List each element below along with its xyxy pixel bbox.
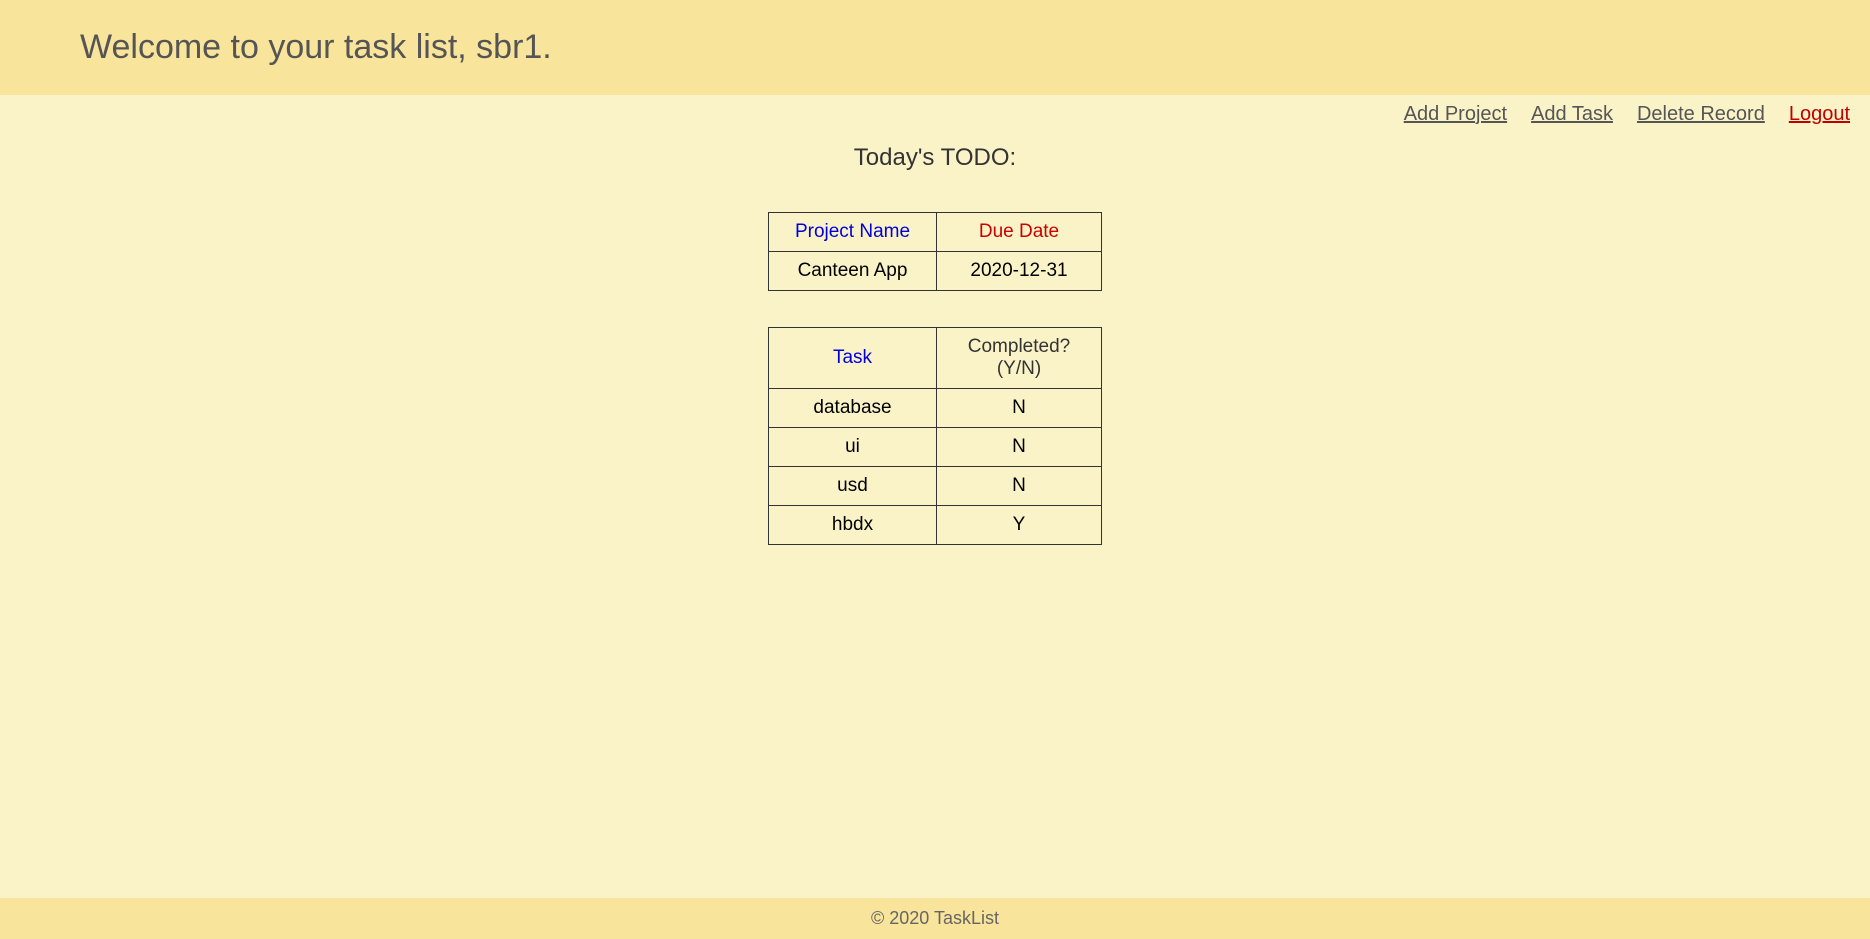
completed-cell: Y bbox=[937, 506, 1102, 545]
completed-cell: N bbox=[937, 389, 1102, 428]
todo-title: Today's TODO: bbox=[0, 144, 1870, 172]
content-area: Today's TODO: Project Name Due Date Cant… bbox=[0, 126, 1870, 898]
task-cell: usd bbox=[769, 467, 937, 506]
task-cell: hbdx bbox=[769, 506, 937, 545]
table-row: ui N bbox=[769, 428, 1102, 467]
project-name-header: Project Name bbox=[769, 213, 937, 252]
task-cell: database bbox=[769, 389, 937, 428]
table-row: database N bbox=[769, 389, 1102, 428]
table-row: hbdx Y bbox=[769, 506, 1102, 545]
logout-link[interactable]: Logout bbox=[1789, 103, 1850, 126]
table-row: usd N bbox=[769, 467, 1102, 506]
task-table-header-row: Task Completed? (Y/N) bbox=[769, 328, 1102, 389]
welcome-heading: Welcome to your task list, sbr1. bbox=[80, 28, 1790, 67]
table-row: Canteen App 2020-12-31 bbox=[769, 252, 1102, 291]
header-band: Welcome to your task list, sbr1. bbox=[0, 0, 1870, 95]
footer-band: © 2020 TaskList bbox=[0, 898, 1870, 939]
due-date-header: Due Date bbox=[937, 213, 1102, 252]
due-date-cell: 2020-12-31 bbox=[937, 252, 1102, 291]
add-task-link[interactable]: Add Task bbox=[1531, 103, 1613, 126]
delete-record-link[interactable]: Delete Record bbox=[1637, 103, 1765, 126]
task-table: Task Completed? (Y/N) database N ui N us… bbox=[768, 327, 1102, 545]
add-project-link[interactable]: Add Project bbox=[1404, 103, 1507, 126]
completed-cell: N bbox=[937, 467, 1102, 506]
task-header: Task bbox=[769, 328, 937, 389]
completed-header: Completed? (Y/N) bbox=[937, 328, 1102, 389]
project-table: Project Name Due Date Canteen App 2020-1… bbox=[768, 212, 1102, 291]
project-name-cell: Canteen App bbox=[769, 252, 937, 291]
footer-text: © 2020 TaskList bbox=[871, 908, 999, 928]
nav-links: Add Project Add Task Delete Record Logou… bbox=[0, 95, 1870, 126]
task-cell: ui bbox=[769, 428, 937, 467]
project-table-header-row: Project Name Due Date bbox=[769, 213, 1102, 252]
completed-cell: N bbox=[937, 428, 1102, 467]
